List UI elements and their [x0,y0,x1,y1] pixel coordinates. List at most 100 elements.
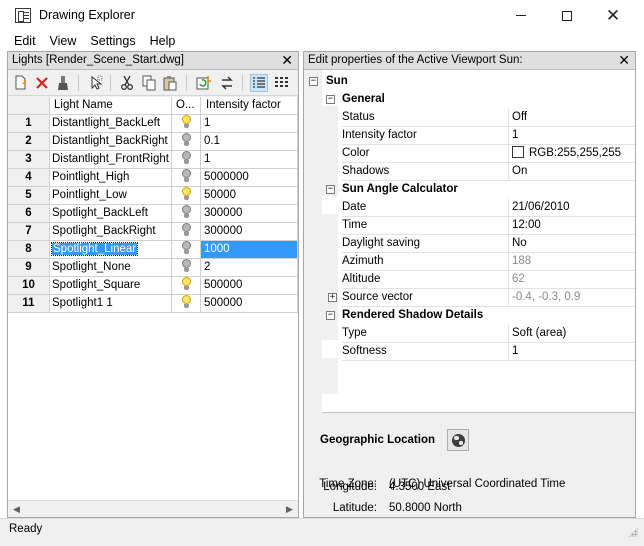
row-number[interactable]: 5 [8,187,50,205]
table-row[interactable]: 7 Spotlight_BackRight 300000 [8,223,298,241]
light-name[interactable]: Spotlight_BackRight [50,223,172,241]
light-name[interactable]: Spotlight_None [50,259,172,277]
light-intensity[interactable]: 1 [201,151,298,169]
lightbulb-on-icon[interactable] [181,277,191,291]
copy-button[interactable] [140,74,158,92]
property-value[interactable]: No [508,235,635,253]
row-number[interactable]: 8 [8,241,50,259]
property-value[interactable]: Off [508,109,635,127]
table-row[interactable]: 4 Pointlight_High 5000000 [8,169,298,187]
light-name[interactable]: Distantlight_FrontRight [50,151,172,169]
light-intensity[interactable]: 1000 [201,241,298,259]
light-on-cell[interactable] [172,115,201,133]
delete-button[interactable] [33,74,51,92]
property-value[interactable]: 12:00 [508,217,635,235]
light-intensity[interactable]: 500000 [201,277,298,295]
close-button[interactable]: ✕ [590,0,636,31]
maximize-button[interactable] [544,0,590,31]
row-number[interactable]: 2 [8,133,50,151]
lightbulb-on-icon[interactable] [181,295,191,309]
menu-edit[interactable]: Edit [7,31,43,51]
sun-root-row[interactable]: − Sun [304,73,635,91]
light-name[interactable]: Distantlight_BackLeft [50,115,172,133]
grid-view-button[interactable] [272,74,290,92]
row-number[interactable]: 10 [8,277,50,295]
property-row-time[interactable]: Time 12:00 [304,217,635,235]
paste-button[interactable] [161,74,179,92]
sync-button[interactable] [218,74,236,92]
light-intensity[interactable]: 1 [201,115,298,133]
collapse-icon[interactable]: − [326,185,335,194]
resize-grip-icon[interactable] [628,527,638,537]
table-row[interactable]: 3 Distantlight_FrontRight 1 [8,151,298,169]
property-value[interactable]: On [508,163,635,181]
light-name[interactable]: Spotlight_BackLeft [50,205,172,223]
light-on-cell[interactable] [172,295,201,313]
properties-panel-close-icon[interactable]: ✕ [618,52,630,69]
light-on-cell[interactable] [172,277,201,295]
table-row-selected[interactable]: 8 Spotlight_Linear 1000 [8,241,298,259]
column-header-intensity[interactable]: Intensity factor [201,97,298,115]
light-intensity[interactable]: 300000 [201,205,298,223]
light-name[interactable]: Pointlight_Low [50,187,172,205]
property-row-intensity[interactable]: Intensity factor 1 [304,127,635,145]
light-intensity[interactable]: 300000 [201,223,298,241]
light-intensity[interactable]: 0.1 [201,133,298,151]
light-on-cell[interactable] [172,223,201,241]
new-light-button[interactable] [12,74,30,92]
refresh-button[interactable] [195,74,213,92]
light-intensity[interactable]: 2 [201,259,298,277]
light-on-cell[interactable] [172,151,201,169]
light-name[interactable]: Spotlight_Square [50,277,172,295]
light-on-cell[interactable] [172,169,201,187]
light-intensity[interactable]: 5000000 [201,169,298,187]
property-row-status[interactable]: Status Off [304,109,635,127]
section-shadow-row[interactable]: − Rendered Shadow Details [304,307,635,325]
collapse-icon[interactable]: − [326,95,335,104]
expand-icon[interactable]: + [328,293,337,302]
table-row[interactable]: 10 Spotlight_Square 500000 [8,277,298,295]
lightbulb-off-icon[interactable] [181,241,191,255]
row-number[interactable]: 1 [8,115,50,133]
row-number[interactable]: 11 [8,295,50,313]
lightbulb-off-icon[interactable] [181,223,191,237]
property-value[interactable]: 21/06/2010 [508,199,635,217]
row-number[interactable]: 7 [8,223,50,241]
lightbulb-off-icon[interactable] [181,151,191,165]
property-row-source-vector[interactable]: + Source vector -0.4, -0.3, 0.9 [304,289,635,307]
lightbulb-off-icon[interactable] [181,133,191,147]
column-header-name[interactable]: Light Name [50,97,172,115]
light-name[interactable]: Spotlight1 1 [50,295,172,313]
scroll-right-icon[interactable]: ▶ [281,501,298,517]
property-row-softness[interactable]: Softness 1 [304,343,635,361]
light-on-cell[interactable] [172,133,201,151]
row-number[interactable]: 6 [8,205,50,223]
light-on-cell[interactable] [172,205,201,223]
property-value[interactable]: 1 [508,127,635,145]
light-intensity[interactable]: 50000 [201,187,298,205]
menu-settings[interactable]: Settings [83,31,142,51]
light-name[interactable]: Pointlight_High [50,169,172,187]
property-row-date[interactable]: Date 21/06/2010 [304,199,635,217]
select-button[interactable] [87,74,105,92]
color-value-cell[interactable]: RGB:255,255,255 [508,145,635,163]
light-name[interactable]: Distantlight_BackRight [50,133,172,151]
lightbulb-off-icon[interactable] [181,259,191,273]
scroll-left-icon[interactable]: ◀ [8,501,25,517]
row-number[interactable]: 4 [8,169,50,187]
property-row-daylight[interactable]: Daylight saving No [304,235,635,253]
row-number[interactable]: 9 [8,259,50,277]
light-on-cell[interactable] [172,187,201,205]
section-angle-row[interactable]: − Sun Angle Calculator [304,181,635,199]
light-on-cell[interactable] [172,259,201,277]
table-row[interactable]: 5 Pointlight_Low 50000 [8,187,298,205]
collapse-icon[interactable]: − [309,77,318,86]
list-view-button[interactable] [250,74,268,92]
light-on-cell[interactable] [172,241,201,259]
menu-help[interactable]: Help [143,31,183,51]
cut-button[interactable] [118,74,136,92]
lights-panel-close-icon[interactable]: ✕ [281,52,293,69]
row-number[interactable]: 3 [8,151,50,169]
table-row[interactable]: 1 Distantlight_BackLeft 1 [8,115,298,133]
table-row[interactable]: 9 Spotlight_None 2 [8,259,298,277]
